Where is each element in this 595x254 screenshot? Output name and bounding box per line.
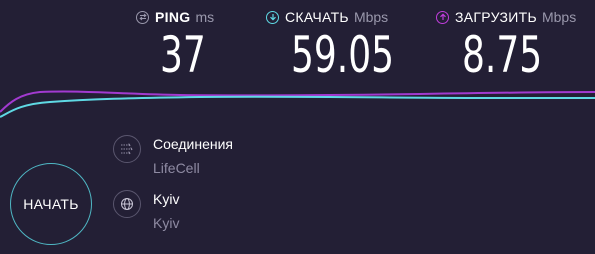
connections-icon <box>113 135 141 163</box>
connections-title: Соединения <box>153 136 234 152</box>
download-value: 59.05 <box>291 26 395 84</box>
ping-label: PING <box>155 9 191 25</box>
upload-graph-line <box>0 90 595 113</box>
ping-icon <box>136 10 149 24</box>
download-metric: СКАЧАТЬ Mbps 59.05 <box>266 8 394 80</box>
server-location: Kyiv <box>153 215 180 231</box>
upload-arrow-icon <box>436 10 449 24</box>
download-arrow-icon <box>266 10 279 24</box>
server-name[interactable]: Kyiv <box>153 191 179 207</box>
provider-name: LifeCell <box>153 160 200 176</box>
ping-unit: ms <box>195 9 215 25</box>
upload-header: ЗАГРУЗИТЬ Mbps <box>436 8 576 26</box>
ping-value: 37 <box>160 26 206 84</box>
download-header: СКАЧАТЬ Mbps <box>266 8 388 26</box>
speed-graph <box>0 90 595 118</box>
globe-icon <box>113 190 141 218</box>
ping-metric: PING ms 37 <box>136 8 214 80</box>
start-button[interactable]: НАЧАТЬ <box>10 163 92 245</box>
ping-header: PING ms <box>136 8 214 26</box>
upload-unit: Mbps <box>541 9 577 25</box>
upload-label: ЗАГРУЗИТЬ <box>455 9 537 25</box>
download-label: СКАЧАТЬ <box>285 9 349 25</box>
download-graph-line <box>0 95 595 118</box>
download-unit: Mbps <box>353 9 389 25</box>
upload-value: 8.75 <box>462 26 543 84</box>
upload-metric: ЗАГРУЗИТЬ Mbps 8.75 <box>436 8 576 80</box>
